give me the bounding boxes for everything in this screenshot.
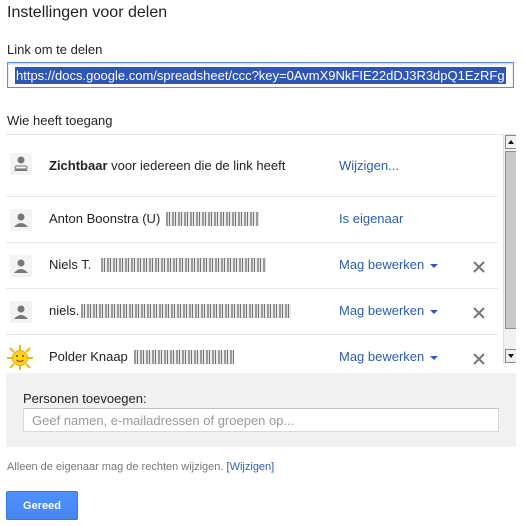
add-people-input[interactable] bbox=[23, 408, 499, 432]
change-rights-link[interactable]: [Wijzigen] bbox=[227, 461, 275, 473]
redacted-email bbox=[134, 350, 234, 364]
close-icon[interactable] bbox=[472, 352, 486, 366]
role-dropdown[interactable]: Mag bewerken bbox=[339, 303, 439, 318]
role-dropdown[interactable]: Mag bewerken bbox=[339, 257, 439, 272]
chevron-down-icon bbox=[430, 309, 439, 314]
visibility-description: voor iedereen die de link heeft bbox=[107, 158, 286, 173]
access-list: Zichtbaar voor iedereen die de link heef… bbox=[6, 134, 516, 370]
visibility-text: Zichtbaar voor iedereen die de link heef… bbox=[49, 158, 285, 173]
role-dropdown[interactable]: Mag bewerken bbox=[339, 349, 439, 364]
person-row: niels. Mag bewerken bbox=[6, 289, 498, 335]
close-icon[interactable] bbox=[472, 260, 486, 274]
share-link-label: Link om te delen bbox=[7, 42, 103, 57]
scroll-up-arrow-icon[interactable] bbox=[505, 135, 516, 149]
person-row: Polder Knaap Mag bewerken bbox=[6, 335, 498, 370]
person-name: Anton Boonstra (U) bbox=[49, 211, 161, 226]
person-row-owner: Anton Boonstra (U) Is eigenaar bbox=[6, 197, 498, 243]
role-dropdown-label: Mag bewerken bbox=[339, 257, 425, 272]
access-list-scrollbar[interactable] bbox=[503, 135, 516, 363]
change-visibility-link[interactable]: Wijzigen... bbox=[339, 158, 399, 173]
person-name: Niels T. bbox=[49, 257, 92, 272]
role-dropdown-label: Mag bewerken bbox=[339, 303, 425, 318]
owner-note: Alleen de eigenaar mag de rechten wijzig… bbox=[7, 461, 274, 473]
redacted-email bbox=[81, 304, 291, 318]
person-icon bbox=[10, 255, 32, 277]
owner-note-text: Alleen de eigenaar mag de rechten wijzig… bbox=[7, 461, 224, 473]
share-link-field[interactable]: https://docs.google.com/spreadsheet/ccc?… bbox=[7, 62, 514, 88]
redacted-email bbox=[166, 212, 259, 226]
person-icon bbox=[10, 209, 32, 231]
role-label: Is eigenaar bbox=[339, 211, 404, 226]
chevron-down-icon bbox=[430, 263, 439, 268]
sun-avatar-icon bbox=[7, 345, 33, 370]
role-dropdown-label: Mag bewerken bbox=[339, 349, 425, 364]
visibility-row: Zichtbaar voor iedereen die de link heef… bbox=[6, 135, 498, 197]
person-row: Niels T. Mag bewerken bbox=[6, 243, 498, 289]
add-people-label: Personen toevoegen: bbox=[23, 391, 147, 406]
person-name: niels. bbox=[49, 303, 80, 318]
visibility-bold: Zichtbaar bbox=[49, 158, 108, 173]
scrollbar-thumb[interactable] bbox=[505, 151, 516, 329]
chevron-down-icon bbox=[430, 355, 439, 360]
person-name: Polder Knaap bbox=[49, 349, 128, 364]
person-icon bbox=[10, 301, 32, 323]
access-label: Wie heeft toegang bbox=[7, 113, 113, 128]
redacted-email bbox=[101, 258, 266, 272]
close-icon[interactable] bbox=[472, 306, 486, 320]
link-visibility-icon bbox=[10, 153, 32, 175]
done-button[interactable]: Gereed bbox=[6, 491, 78, 520]
add-people-panel: Personen toevoegen: bbox=[6, 373, 516, 447]
share-link-value[interactable]: https://docs.google.com/spreadsheet/ccc?… bbox=[15, 67, 506, 84]
share-settings-title: Instellingen voor delen bbox=[7, 4, 168, 21]
scroll-down-arrow-icon[interactable] bbox=[505, 349, 516, 363]
